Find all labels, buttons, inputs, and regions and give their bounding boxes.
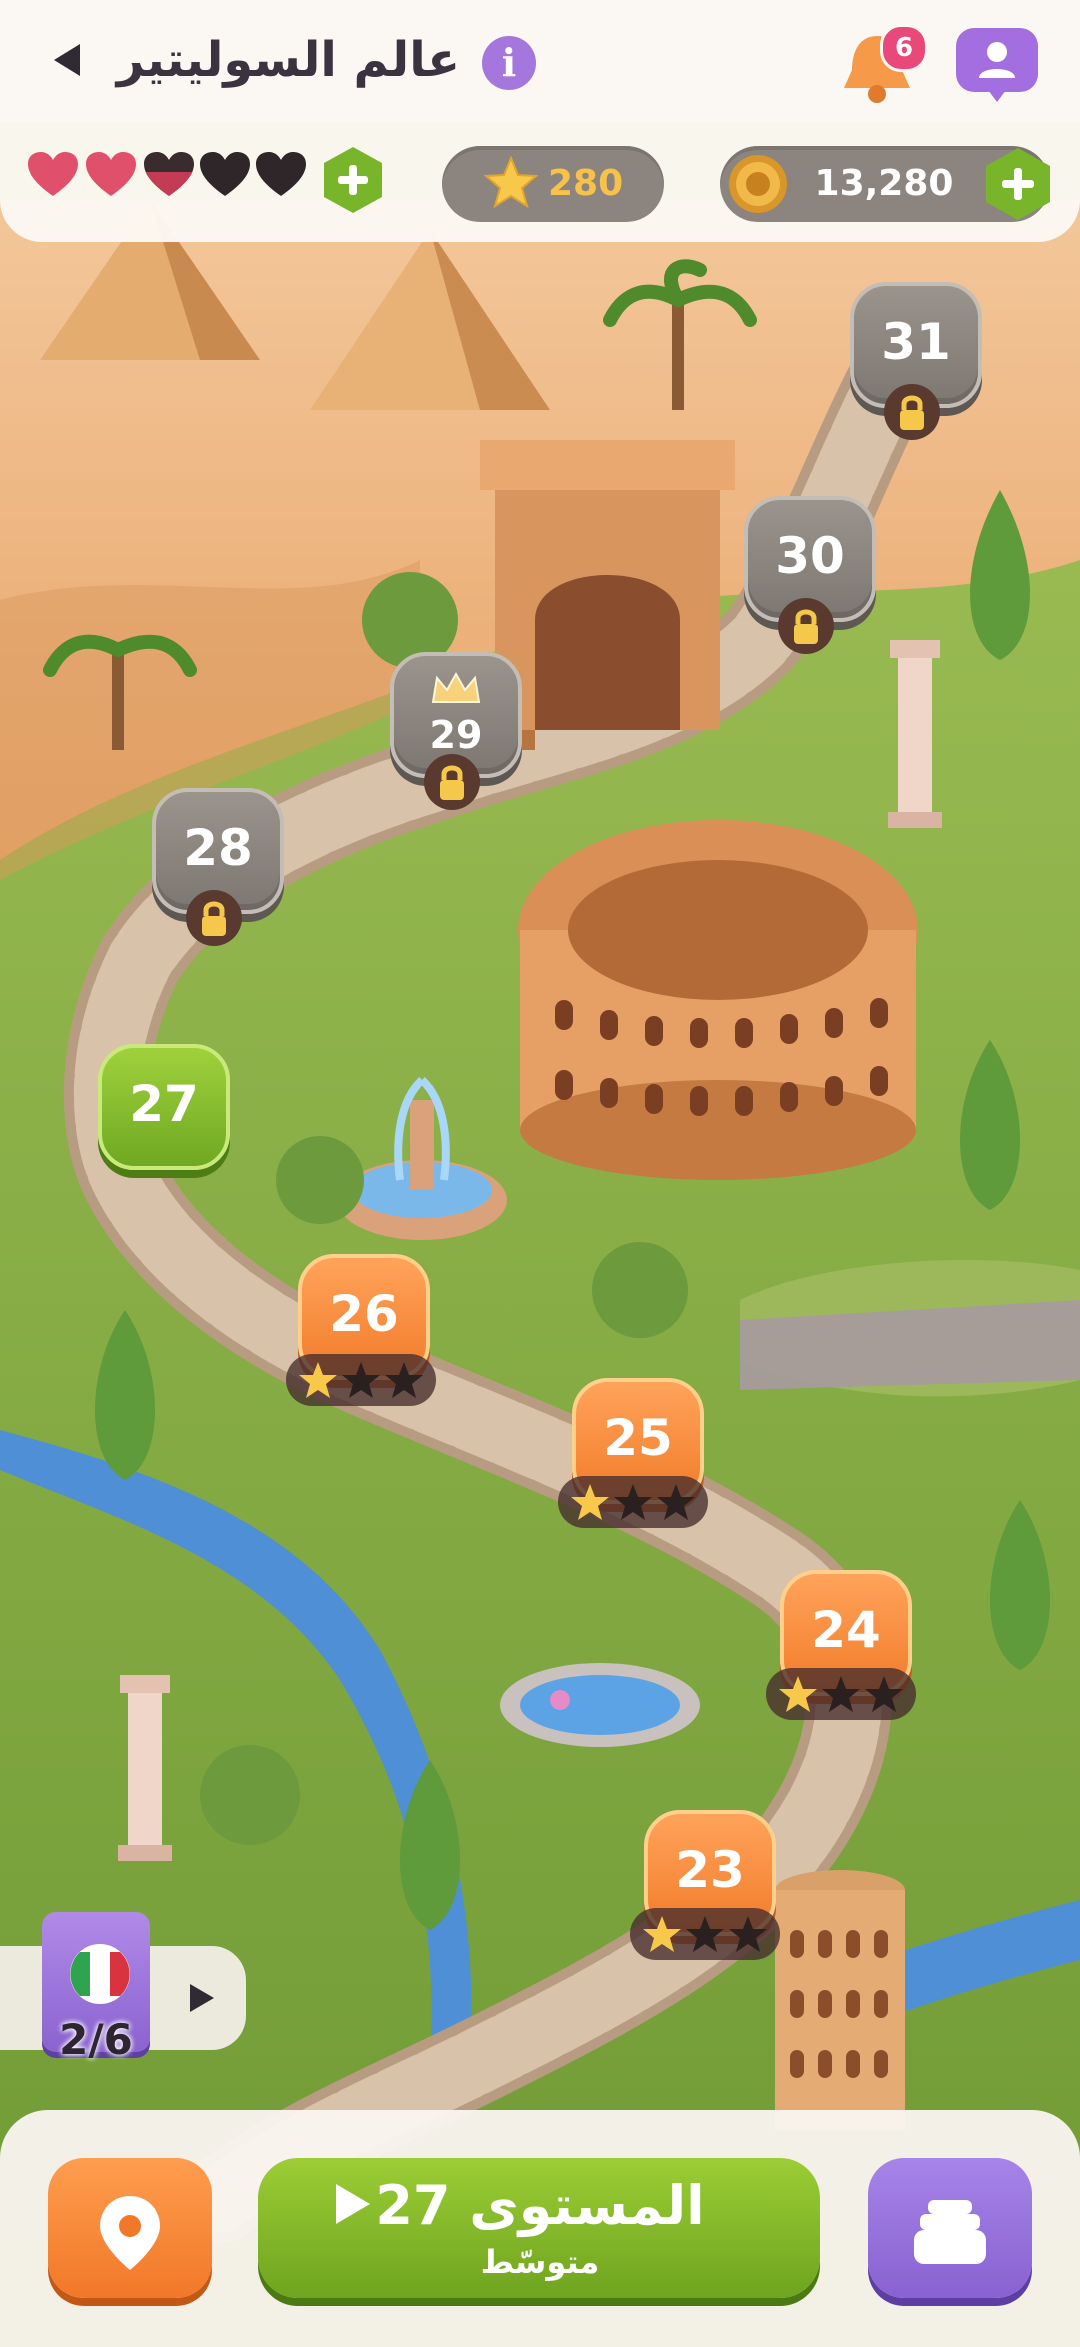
level-number: 27 bbox=[129, 1075, 199, 1133]
lock-icon bbox=[424, 754, 480, 810]
plus-icon bbox=[324, 147, 382, 213]
heart-icon bbox=[254, 150, 308, 200]
star-icon bbox=[865, 1676, 903, 1712]
crown-icon bbox=[431, 671, 481, 703]
profile-icon bbox=[956, 28, 1038, 102]
heart-icon bbox=[198, 150, 252, 200]
back-arrow-icon bbox=[54, 44, 80, 76]
star-icon bbox=[822, 1676, 860, 1712]
lock-icon bbox=[778, 598, 834, 654]
stars-count: 280 bbox=[548, 163, 624, 204]
star-icon bbox=[686, 1916, 724, 1952]
lock-icon bbox=[884, 384, 940, 440]
plus-icon bbox=[986, 148, 1050, 220]
info-button[interactable]: i bbox=[482, 36, 536, 90]
star-icon bbox=[571, 1484, 609, 1520]
star-icon bbox=[779, 1676, 817, 1712]
level-number: 25 bbox=[603, 1409, 673, 1467]
level-stars-rating bbox=[286, 1354, 436, 1406]
difficulty-label: متوسّط bbox=[480, 2243, 600, 2281]
play-level-label: المستوى 27 bbox=[375, 2174, 705, 2237]
level-stars-rating bbox=[630, 1908, 780, 1960]
profile-button[interactable] bbox=[952, 24, 1042, 104]
page-title: عالم السوليتير bbox=[116, 32, 460, 88]
star-icon bbox=[299, 1362, 337, 1398]
map-location-button[interactable] bbox=[48, 2158, 212, 2298]
lock-icon bbox=[186, 890, 242, 946]
notification-count-badge: 6 bbox=[880, 24, 928, 72]
level-node-27-current[interactable]: 27 bbox=[98, 1044, 230, 1170]
star-icon bbox=[643, 1916, 681, 1952]
add-hearts-button[interactable] bbox=[318, 145, 388, 215]
coins-count: 13,280 bbox=[814, 163, 954, 204]
level-number: 24 bbox=[811, 1601, 881, 1659]
level-number: 26 bbox=[329, 1285, 399, 1343]
play-arrow-icon bbox=[190, 1984, 214, 2012]
star-icon bbox=[342, 1362, 380, 1398]
level-number: 29 bbox=[429, 713, 483, 757]
card-stack-icon bbox=[914, 2200, 986, 2264]
heart-icon bbox=[142, 150, 196, 200]
level-number: 30 bbox=[775, 527, 845, 585]
heart-icon bbox=[84, 150, 138, 200]
star-icon bbox=[729, 1916, 767, 1952]
star-icon bbox=[483, 155, 539, 209]
map-pin-icon bbox=[100, 2196, 160, 2270]
level-number: 28 bbox=[183, 819, 253, 877]
level-number: 31 bbox=[881, 313, 951, 371]
collection-progress: 2/6 bbox=[59, 2015, 133, 2064]
card-stack-button[interactable] bbox=[868, 2158, 1032, 2298]
level-number: 23 bbox=[675, 1841, 745, 1899]
level-stars-rating bbox=[558, 1476, 708, 1528]
back-button[interactable] bbox=[48, 38, 88, 82]
star-icon bbox=[614, 1484, 652, 1520]
coin-icon bbox=[729, 155, 787, 213]
star-icon bbox=[657, 1484, 695, 1520]
level-stars-rating bbox=[766, 1668, 916, 1720]
collection-next-button[interactable] bbox=[186, 1980, 218, 2016]
add-coins-button[interactable] bbox=[980, 146, 1056, 222]
star-icon bbox=[385, 1362, 423, 1398]
heart-icon bbox=[26, 150, 80, 200]
